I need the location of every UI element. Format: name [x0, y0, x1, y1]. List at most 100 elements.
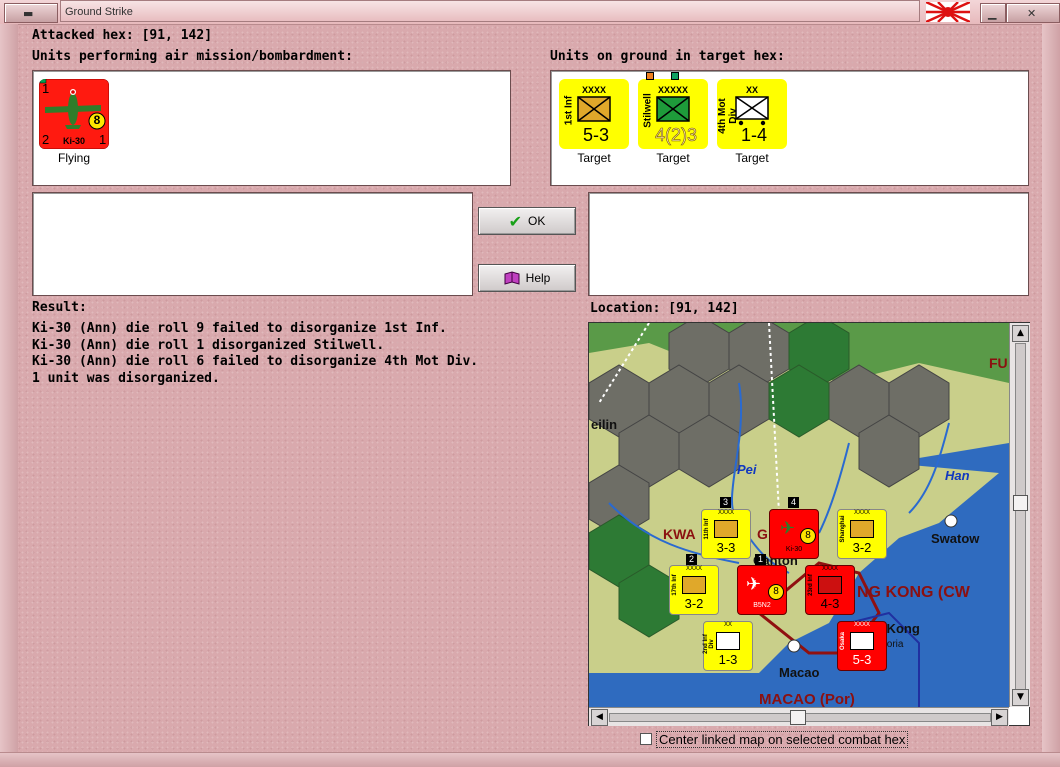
- attacked-hex-label: Attacked hex:: [32, 28, 134, 43]
- map-label-macao-region: MACAO (Por): [759, 691, 855, 708]
- scroll-left-icon[interactable]: ◀: [591, 709, 608, 726]
- infantry-symbol-icon: [656, 96, 690, 122]
- map-label-hongkong-region: NG KONG (CW: [857, 584, 970, 601]
- checkmark-icon: ✔: [508, 211, 523, 231]
- air-details-panel: [32, 192, 473, 296]
- aircraft-icon: ✈: [780, 518, 796, 539]
- window-title: Ground Strike: [60, 0, 920, 22]
- map-counter-ki30[interactable]: ✈ 8 Ki-30: [769, 509, 819, 559]
- help-book-icon: [504, 271, 520, 285]
- map-label-fu: FU: [989, 355, 1008, 371]
- motorized-symbol-icon: [735, 96, 769, 126]
- map-label-swatow: Swatow: [931, 531, 980, 546]
- counter-strength: 1-3: [718, 652, 738, 667]
- infantry-symbol-icon: [682, 576, 706, 594]
- result-heading: Result:: [32, 300, 87, 315]
- aircraft-icon: ✈: [746, 574, 762, 595]
- map-counter-osaka[interactable]: XXXX Osaka 5-3: [837, 621, 887, 671]
- help-label: Help: [525, 271, 551, 285]
- counter-strength: 8: [800, 528, 816, 544]
- horizontal-scrollbar[interactable]: ◀ ▶: [589, 707, 1009, 726]
- map-view[interactable]: FU eilin Pei Han KWA G Swatow Canton NG …: [588, 322, 1030, 726]
- counter-strength: 3-3: [716, 540, 736, 555]
- green-marker-icon: [671, 72, 679, 80]
- scroll-down-icon[interactable]: ▼: [1012, 689, 1029, 706]
- system-menu-button[interactable]: ▬: [4, 3, 58, 23]
- unit-size: XXXX: [581, 85, 606, 95]
- counter-size: XX: [723, 622, 732, 628]
- result-line: Ki-30 (Ann) die roll 1 disorganized Stil…: [32, 337, 385, 353]
- unit-size: XX: [745, 85, 758, 95]
- map-counter-17th-inf[interactable]: XXXX 17th Inf 3-2: [669, 565, 719, 615]
- minimize-button[interactable]: ▁: [980, 3, 1006, 23]
- result-line: Ki-30 (Ann) die roll 9 failed to disorga…: [32, 321, 447, 336]
- vertical-scrollbar[interactable]: ▲ ▼: [1009, 323, 1030, 707]
- minimize-icon: ▁: [988, 7, 997, 20]
- map-counter-shanghai[interactable]: XXXX Shanghai 3-2: [837, 509, 887, 559]
- unit-strength: 5-3: [582, 125, 609, 145]
- unit-strength: 4(2)3: [654, 125, 698, 146]
- counter-strength: 4-3: [820, 596, 840, 611]
- map-label-han-river: Han: [945, 468, 970, 483]
- location-row: Location: [91, 142]: [590, 301, 739, 316]
- title-bar: ▬ Ground Strike ▁ ✕: [0, 0, 1060, 25]
- unit-strength: 1-4: [740, 125, 767, 145]
- result-log: Ki-30 (Ann) die roll 9 failed to disorga…: [32, 321, 478, 387]
- air-unit-strength: 8: [93, 113, 101, 127]
- air-unit-type: Ki-30: [62, 136, 85, 146]
- ok-label: OK: [528, 214, 546, 228]
- ok-button[interactable]: ✔ OK: [478, 207, 576, 235]
- infantry-symbol-icon: [818, 576, 842, 594]
- result-line: 1 unit was disorganized.: [32, 370, 220, 386]
- map-label-kwangtung-tail: G: [757, 526, 768, 542]
- unit-status: Target: [735, 151, 769, 165]
- map-counter-11th-inf[interactable]: XXXX 11th Inf 3-3: [701, 509, 751, 559]
- counter-name: B5N2: [753, 602, 771, 609]
- vertical-scroll-thumb[interactable]: [1013, 495, 1028, 511]
- ground-units-heading: Units on ground in target hex:: [550, 49, 785, 64]
- horizontal-scroll-thumb[interactable]: [790, 710, 806, 725]
- scroll-up-icon[interactable]: ▲: [1012, 325, 1029, 342]
- hex-stack-number: 4: [788, 497, 799, 508]
- ground-details-panel: [588, 192, 1029, 296]
- center-map-checkbox[interactable]: [640, 733, 652, 745]
- vertical-scroll-track[interactable]: [1015, 343, 1026, 691]
- result-line: Ki-30 (Ann) die roll 6 failed to disorga…: [32, 354, 479, 369]
- help-button[interactable]: Help: [478, 264, 576, 292]
- infantry-symbol-icon: [716, 632, 740, 650]
- right-frame: [1042, 24, 1060, 752]
- counter-strength: 3-2: [852, 540, 872, 555]
- location-value: [91, 142]: [668, 301, 739, 316]
- infantry-symbol-icon: [850, 520, 874, 538]
- map-counter-23rd-inf[interactable]: XXXX 23rd Inf 4-3: [805, 565, 855, 615]
- japan-flag-icon: [926, 2, 970, 22]
- air-units-panel: 1 2 1 8 Ki-30 Flying: [32, 70, 511, 186]
- window-menu-icon: ▬: [23, 7, 34, 20]
- infantry-symbol-icon: [714, 520, 738, 538]
- center-map-label[interactable]: Center linked map on selected combat hex: [656, 731, 909, 748]
- map-label-guilin: eilin: [591, 417, 618, 432]
- location-label: Location:: [590, 301, 661, 316]
- left-frame: [0, 24, 18, 752]
- map-counter-2nd-inf-div[interactable]: XX 2nd Inf Div 1-3: [703, 621, 753, 671]
- hex-stack-number: 1: [755, 554, 766, 565]
- attacked-hex-value: [91, 142]: [141, 28, 213, 43]
- infantry-symbol-icon: [577, 96, 611, 122]
- close-button[interactable]: ✕: [1006, 3, 1060, 23]
- unit-status: Target: [656, 151, 690, 165]
- map-label-pei-river: Pei: [737, 462, 757, 477]
- close-icon: ✕: [1027, 7, 1037, 20]
- orange-marker-icon: [646, 72, 654, 80]
- counter-strength: 3-2: [684, 596, 704, 611]
- infantry-symbol-icon: [850, 632, 874, 650]
- counter-name: Ki-30: [785, 546, 803, 553]
- bottom-frame: [0, 752, 1060, 767]
- map-counter-b5n2[interactable]: ✈ 8 B5N2: [737, 565, 787, 615]
- ground-units-panel: XXXX 1st Inf 5-3 Target XXXXX Stilwell 4…: [550, 70, 1029, 186]
- air-unit-status: Flying: [57, 151, 90, 165]
- map-label-macao: Macao: [779, 665, 820, 680]
- hex-stack-number: 3: [720, 497, 731, 508]
- unit-size: XXXXX: [657, 85, 688, 95]
- counter-strength: 8: [768, 584, 784, 600]
- scroll-right-icon[interactable]: ▶: [991, 709, 1008, 726]
